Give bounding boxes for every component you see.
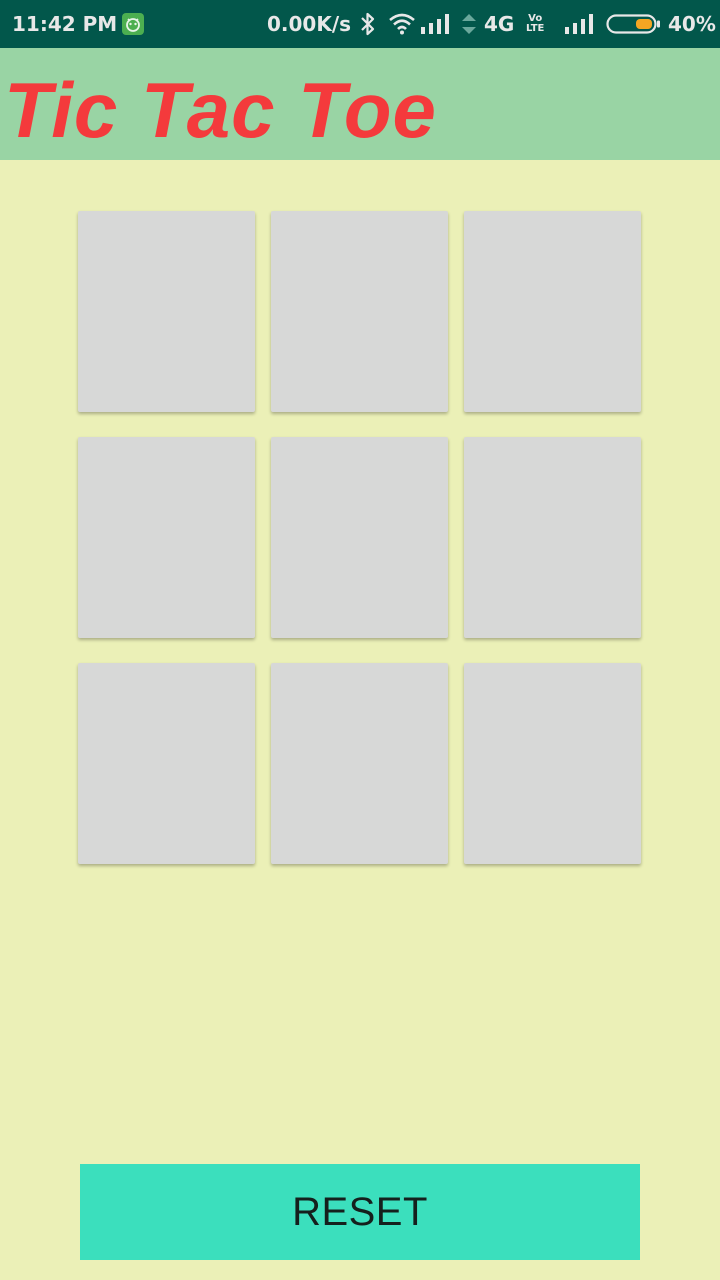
board-cell-5[interactable] bbox=[271, 437, 448, 638]
battery-icon bbox=[606, 0, 662, 48]
signal-icon bbox=[564, 0, 596, 48]
battery-percent: 40% bbox=[668, 12, 716, 36]
board-cell-6[interactable] bbox=[464, 437, 641, 638]
reset-button[interactable]: RESET bbox=[80, 1164, 640, 1260]
status-bar: 11:42 PM 0.00K/s 4G Vo LTE 40% bbox=[0, 0, 720, 48]
board-cell-2[interactable] bbox=[271, 211, 448, 412]
bluetooth-icon bbox=[359, 0, 377, 48]
board-cell-4[interactable] bbox=[78, 437, 255, 638]
wifi-icon bbox=[388, 0, 416, 48]
network-speed: 0.00K/s bbox=[267, 12, 352, 36]
status-time: 11:42 PM bbox=[12, 12, 118, 36]
network-type: 4G bbox=[484, 12, 515, 36]
signal-icon bbox=[420, 0, 452, 48]
app-title: Tic Tac Toe bbox=[4, 66, 437, 154]
app-bar: Tic Tac Toe bbox=[0, 48, 720, 160]
board-cell-3[interactable] bbox=[464, 211, 641, 412]
volte-bottom-label: LTE bbox=[526, 23, 545, 34]
board-cell-7[interactable] bbox=[78, 663, 255, 864]
board-cell-8[interactable] bbox=[271, 663, 448, 864]
app-notification-icon bbox=[122, 0, 144, 48]
volte-indicator: Vo LTE bbox=[526, 0, 544, 48]
data-arrows-icon bbox=[460, 0, 478, 48]
board-cell-9[interactable] bbox=[464, 663, 641, 864]
game-board bbox=[78, 211, 642, 865]
board-cell-1[interactable] bbox=[78, 211, 255, 412]
